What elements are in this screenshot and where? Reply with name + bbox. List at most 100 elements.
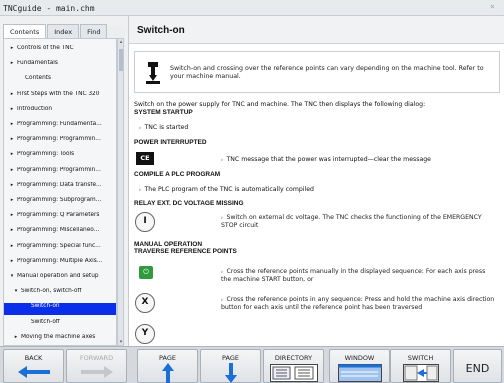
- sidebar-item-label: Programming: Tools: [17, 151, 75, 158]
- switch-softkey[interactable]: SWITCH: [390, 349, 451, 383]
- sidebar-item[interactable]: ▸ Programming: Miscellaneo...: [4, 227, 116, 239]
- sidebar-item[interactable]: ▸ Controls of the TNC: [4, 45, 116, 57]
- scroll-down-icon[interactable]: ▾: [118, 339, 124, 345]
- sidebar-item[interactable]: ▸ Programming: Tools: [4, 151, 116, 163]
- close-icon[interactable]: ×: [490, 2, 500, 12]
- sidebar-item[interactable]: Contents: [4, 75, 116, 87]
- down-arrow-icon: [225, 363, 237, 383]
- window-title: TNCguide - main.chm: [3, 4, 95, 13]
- contents-tree: ▸ Controls of the TNC ▸ Fundamentals Content…: [3, 38, 117, 346]
- sidebar-item-label: Switch-on: [31, 303, 60, 310]
- expand-arrow-icon[interactable]: ▸: [7, 91, 17, 97]
- manual-operation-heading: MANUAL OPERATION: [134, 241, 203, 248]
- right-arrow-icon: [81, 366, 113, 378]
- page-down-softkey[interactable]: PAGE: [200, 349, 261, 383]
- tab-index[interactable]: Index: [47, 24, 80, 38]
- system-startup-heading: SYSTEM STARTUP: [134, 109, 193, 116]
- tab-contents[interactable]: Contents: [3, 24, 47, 38]
- sidebar-item[interactable]: ▸ Programming: Q Parameters: [4, 212, 116, 224]
- bullet-arrow-icon: ▹: [139, 187, 142, 193]
- tnc-started-text: ▹ TNC is started: [139, 124, 189, 131]
- forward-softkey[interactable]: FORWARD: [66, 349, 127, 383]
- expand-arrow-icon[interactable]: ▸: [7, 243, 17, 249]
- sidebar-item-label: First Steps with the TNC 320: [17, 90, 100, 97]
- bullet-arrow-icon: ▹: [139, 125, 142, 131]
- intro-text: Switch on the power supply for TNC and m…: [134, 101, 426, 108]
- sidebar-item[interactable]: ▸ Programming: Data transfe...: [4, 182, 116, 194]
- sidebar-item-label: Programming: Miscellaneo...: [17, 227, 100, 234]
- expand-arrow-icon[interactable]: ▸: [7, 106, 17, 112]
- expand-arrow-icon[interactable]: ▾: [11, 288, 21, 294]
- expand-arrow-icon[interactable]: ▸: [7, 227, 17, 233]
- directory-softkey[interactable]: DIRECTORY: [263, 349, 324, 383]
- page-up-softkey[interactable]: PAGE: [137, 349, 198, 383]
- plc-message-text: ▹ The PLC program of the TNC is automatic…: [139, 186, 314, 193]
- back-softkey[interactable]: BACK: [3, 349, 64, 383]
- expand-arrow-icon[interactable]: ▸: [7, 45, 17, 51]
- sidebar-item-label: Moving the machine axes: [21, 333, 96, 340]
- scrollbar-thumb[interactable]: [119, 49, 123, 71]
- expand-arrow-icon[interactable]: ▸: [7, 212, 17, 218]
- sidebar-item-label: Programming: Q Parameters: [17, 212, 100, 219]
- power-interrupted-heading: POWER INTERRUPTED: [134, 139, 207, 146]
- machine-start-key-icon: ⏻: [139, 266, 153, 279]
- end-softkey[interactable]: END: [453, 349, 502, 383]
- machine-note-text: Switch-on and crossing over the referenc…: [170, 65, 484, 80]
- expand-arrow-icon[interactable]: ▸: [7, 167, 17, 173]
- sidebar-tabs: Contents Index Find: [3, 24, 125, 38]
- sidebar-item[interactable]: ▸ First Steps with the TNC 320: [4, 90, 116, 103]
- sidebar-item-label: Fundamentals: [17, 60, 58, 67]
- compile-plc-heading: COMPILE A PLC PROGRAM: [134, 171, 221, 178]
- sidebar-item[interactable]: ▾ Switch-on, switch-off: [4, 288, 116, 300]
- tab-find[interactable]: Find: [80, 24, 108, 38]
- sidebar-item[interactable]: ▸ Fundamentals: [4, 60, 116, 72]
- expand-arrow-icon[interactable]: ▸: [7, 60, 17, 66]
- sidebar-item-label: Programming: Programmin...: [17, 136, 101, 143]
- left-arrow-icon: [18, 366, 50, 378]
- expand-arrow-icon[interactable]: ▸: [11, 334, 21, 340]
- sidebar-item[interactable]: ▸ Programming: Programmin...: [4, 166, 116, 179]
- power-message-text: ▹ TNC message that the power was interrup…: [221, 156, 431, 163]
- sidebar-scrollbar[interactable]: ▴ ▾: [117, 38, 124, 346]
- sidebar-item-label: Programming: Multiple Axis...: [17, 257, 103, 264]
- sidebar-item[interactable]: ▸ Introduction: [4, 106, 116, 118]
- expand-arrow-icon[interactable]: ▸: [7, 151, 17, 157]
- expand-arrow-icon[interactable]: ▸: [7, 182, 17, 188]
- sidebar-item[interactable]: Switch-on: [4, 303, 116, 316]
- up-arrow-icon: [162, 363, 174, 383]
- sidebar-item[interactable]: ▸ Programming: Programmin...: [4, 136, 116, 148]
- sidebar-item-label: Contents: [25, 75, 52, 82]
- scroll-up-icon[interactable]: ▴: [118, 39, 124, 45]
- sidebar-item-label: Switch-on, switch-off: [21, 288, 82, 295]
- sidebar-item-label: Programming: Subprogram...: [17, 197, 102, 203]
- sidebar-item-label: Programming: Programmin...: [17, 166, 101, 173]
- expand-arrow-icon[interactable]: ▾: [7, 273, 17, 279]
- help-content-pane: Switch-on Switch-on and crossing over th…: [128, 16, 504, 346]
- sidebar-item-label: Switch-off: [31, 318, 60, 325]
- sidebar-item-label: Programming: Special func...: [17, 242, 101, 249]
- expand-arrow-icon[interactable]: ▸: [7, 197, 17, 203]
- sidebar-item[interactable]: ▸ Programming: Fundamenta...: [4, 121, 116, 133]
- sidebar-item[interactable]: ▸ Programming: Subprogram...: [4, 197, 116, 209]
- sidebar-item-label: Manual operation and setup: [17, 273, 99, 279]
- expand-arrow-icon[interactable]: ▸: [7, 121, 17, 127]
- title-bar: TNCguide - main.chm ×: [0, 0, 504, 16]
- sidebar-item[interactable]: ▾ Manual operation and setup: [4, 273, 116, 285]
- sidebar-item[interactable]: ▸ Programming: Multiple Axis...: [4, 257, 116, 270]
- sidebar-item[interactable]: ▸ Programming: Special func...: [4, 242, 116, 255]
- expand-arrow-icon[interactable]: ▸: [7, 258, 17, 264]
- page-title: Switch-on: [137, 25, 185, 36]
- cross-any-sequence-text: ▹ Cross the reference points in any seque…: [221, 296, 495, 311]
- relay-key-icon: I: [135, 212, 155, 232]
- sidebar-item[interactable]: ▸ Moving the machine axes: [4, 333, 116, 345]
- window-softkey[interactable]: WINDOW: [329, 349, 390, 383]
- expand-arrow-icon[interactable]: ▸: [7, 136, 17, 142]
- ce-key-icon: CE: [136, 152, 154, 165]
- machine-tool-icon: [146, 62, 160, 84]
- sidebar-item[interactable]: Switch-off: [4, 318, 116, 331]
- relay-heading: RELAY EXT. DC VOLTAGE MISSING: [134, 200, 244, 207]
- cross-manual-text: ▹ Cross the reference points manually in …: [221, 268, 486, 283]
- sidebar-item-label: Controls of the TNC: [17, 45, 74, 51]
- content-header: Switch-on: [129, 16, 504, 44]
- y-axis-key-icon: Y: [135, 324, 155, 344]
